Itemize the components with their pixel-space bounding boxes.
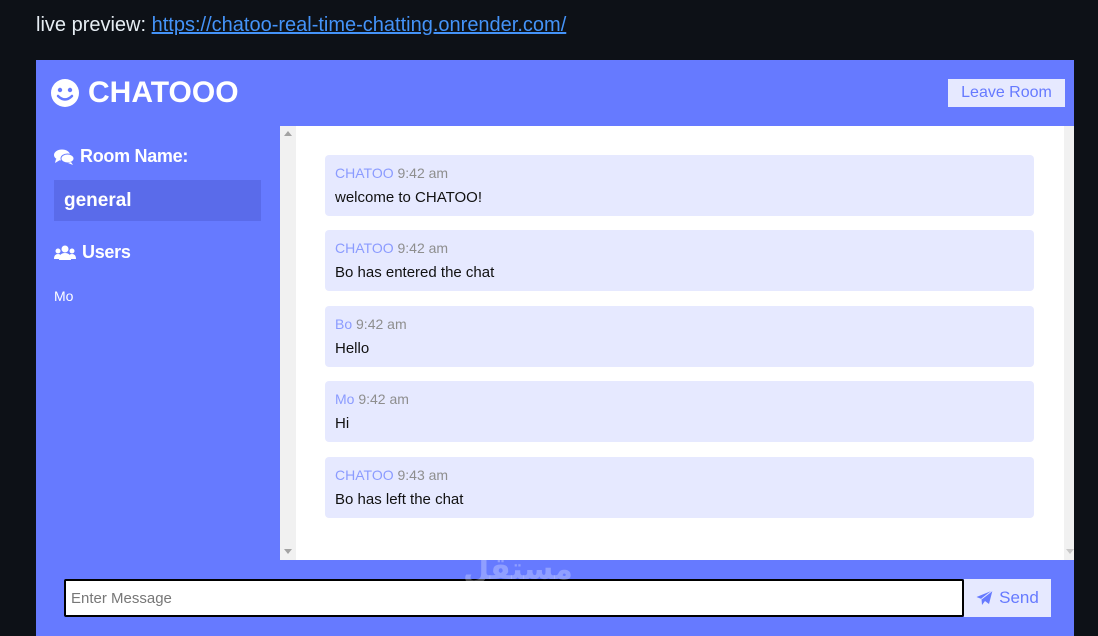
live-preview-line: live preview: https://chatoo-real-time-c… [36, 14, 566, 37]
message-text: Bo has left the chat [335, 491, 464, 508]
message-form: Send [36, 560, 1074, 636]
users-heading: Users [54, 242, 131, 263]
chat-message: CHATOO 9:42 am welcome to CHATOO! [325, 155, 1034, 216]
message-user: Mo [335, 391, 355, 407]
scroll-down-arrow-icon[interactable] [284, 549, 292, 554]
message-user: CHATOO [335, 165, 394, 181]
message-text: Bo has entered the chat [335, 264, 495, 281]
message-meta: Bo 9:42 am [335, 316, 1024, 332]
room-name-value: general [54, 180, 261, 221]
chat-header: CHATOOO Leave Room [36, 60, 1074, 126]
paper-plane-icon [976, 590, 993, 605]
message-text: Hello [335, 340, 370, 357]
room-name-heading-label: Room Name: [80, 146, 189, 166]
users-heading-label: Users [82, 242, 131, 262]
message-user: CHATOO [335, 467, 394, 483]
chat-message: CHATOO 9:43 am Bo has left the chat [325, 457, 1034, 518]
message-user: Bo [335, 316, 353, 332]
message-meta: Mo 9:42 am [335, 391, 1024, 407]
messages-panel: CHATOO 9:42 am welcome to CHATOO! CHATOO… [280, 126, 1074, 560]
app-title: CHATOOO [88, 76, 239, 109]
sidebar: Room Name: general Users Mo [36, 126, 280, 560]
message-meta: CHATOO 9:42 am [335, 165, 1024, 181]
chat-app: CHATOOO Leave Room Room Name: general Us… [36, 60, 1074, 636]
users-icon [54, 245, 76, 260]
page-scroll-down-arrow-icon[interactable] [1066, 549, 1074, 554]
smile-icon [51, 79, 79, 107]
comments-icon [54, 149, 74, 165]
room-name-heading: Room Name: [54, 146, 188, 167]
leave-room-button[interactable]: Leave Room [948, 79, 1065, 107]
message-meta: CHATOO 9:43 am [335, 467, 1024, 483]
message-user: CHATOO [335, 240, 394, 256]
message-meta: CHATOO 9:42 am [335, 240, 1024, 256]
message-time: 9:42 am [358, 391, 409, 407]
live-preview-link[interactable]: https://chatoo-real-time-chatting.onrend… [152, 14, 567, 36]
message-time: 9:42 am [397, 165, 449, 181]
chat-message: Mo 9:42 am Hi [325, 381, 1034, 442]
logo: CHATOOO [50, 76, 239, 110]
message-input[interactable] [64, 579, 964, 617]
page-scrollbar[interactable] [1064, 126, 1074, 560]
chat-message: Bo 9:42 am Hello [325, 306, 1034, 367]
message-time: 9:42 am [356, 316, 407, 332]
user-list-item: Mo [54, 288, 74, 304]
live-preview-label: live preview: [36, 14, 147, 36]
chat-message: CHATOO 9:42 am Bo has entered the chat [325, 230, 1034, 291]
message-time: 9:43 am [397, 467, 449, 483]
scroll-up-arrow-icon[interactable] [284, 131, 292, 136]
message-text: welcome to CHATOO! [335, 189, 482, 206]
messages-scrollbar[interactable] [280, 126, 296, 560]
message-text: Hi [335, 415, 350, 432]
send-button[interactable]: Send [964, 579, 1051, 617]
send-button-label: Send [999, 588, 1039, 607]
message-time: 9:42 am [397, 240, 449, 256]
